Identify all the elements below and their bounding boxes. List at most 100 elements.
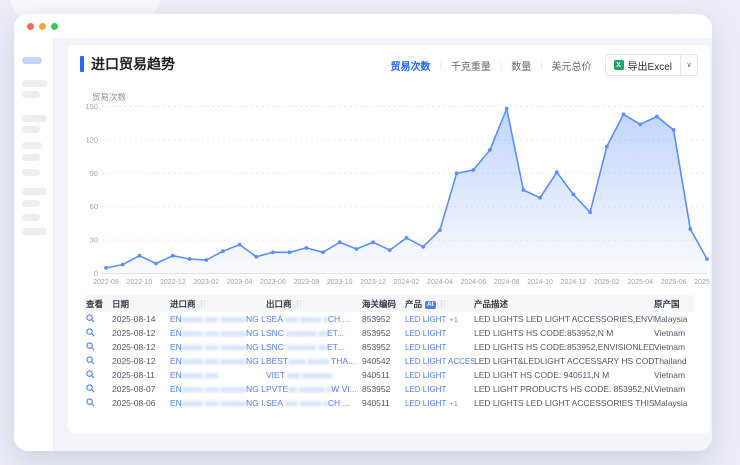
export-excel-main[interactable]: X 导出Excel — [606, 58, 680, 73]
maximize-window-icon[interactable] — [51, 23, 58, 30]
cell-view — [84, 384, 112, 395]
export-dropdown-caret[interactable]: ∨ — [680, 55, 697, 75]
column-header-origin: 原产国 — [654, 298, 694, 310]
view-magnifier-icon[interactable] — [86, 328, 95, 337]
export-excel-button[interactable]: X 导出Excel ∨ — [605, 54, 698, 76]
sidebar-skeleton-item[interactable] — [22, 200, 40, 207]
exporter-link[interactable]: SNC xxxxxxx xxET... — [266, 342, 344, 352]
svg-text:2023-12: 2023-12 — [360, 279, 386, 286]
product-link[interactable]: LED LIGHT — [405, 399, 446, 408]
svg-text:2023-10: 2023-10 — [327, 279, 353, 286]
svg-text:120: 120 — [85, 135, 98, 144]
importer-link[interactable]: ENxxxxx xxx xxxxxxNG L... — [170, 342, 266, 352]
cell-exporter: SEA xxx xxxxx xCH ... — [266, 314, 362, 324]
svg-text:2024-06: 2024-06 — [460, 279, 486, 286]
cell-importer: ENxxxxx xxx xxxxxxNG L... — [170, 356, 266, 366]
importer-link[interactable]: ENxxxxx xxx xxxxxxNG L... — [170, 356, 266, 366]
sidebar-skeleton-item[interactable] — [22, 169, 40, 176]
cell-date: 2025-08-14 — [112, 314, 170, 324]
product-link[interactable]: LED LIGHT — [405, 315, 446, 324]
sidebar-skeleton-item[interactable] — [22, 80, 47, 87]
sidebar-skeleton-item[interactable] — [22, 154, 40, 161]
importer-link[interactable]: ENxxxxx xxx xxxxxxNG L... — [170, 314, 266, 324]
importer-visible-suffix: NG L... — [246, 314, 266, 324]
product-link[interactable]: LED LIGHT — [405, 385, 446, 394]
product-link[interactable]: LED LIGHT ACCESSORY — [405, 357, 474, 366]
close-window-icon[interactable] — [27, 23, 34, 30]
traffic-lights — [27, 23, 58, 30]
exporter-link[interactable]: SEA xxx xxxxx xCH ... — [266, 314, 350, 324]
exporter-link[interactable]: BESTxxxx xxxxx THA... — [266, 356, 355, 366]
exporter-visible-suffix: CH ... — [328, 398, 350, 408]
cell-origin-country: Vietnam — [654, 342, 694, 352]
tab-quantity[interactable]: 数量 — [511, 58, 531, 73]
cell-product: LED LIGHT — [405, 328, 474, 338]
exporter-link[interactable]: SEA xxx xxxxx xCH ... — [266, 398, 350, 408]
exporter-visible-suffix: ET... — [327, 342, 344, 352]
sidebar-skeleton-item[interactable] — [22, 115, 47, 122]
exporter-link[interactable]: VIET xxx xxxxxxx — [266, 370, 332, 380]
importer-visible-suffix: NG L... — [246, 328, 266, 338]
importer-visible-prefix: EN — [170, 370, 182, 380]
view-magnifier-icon[interactable] — [86, 384, 95, 393]
cell-date: 2025-08-12 — [112, 342, 170, 352]
trade-records-table: 查看日期进口商ⓘ出口商ⓘ海关编码产品AIⓘ产品描述原产国 2025-08-14E… — [84, 295, 694, 410]
importer-link[interactable]: ENxxxxx xxx xxxxxxNG L... — [170, 328, 266, 338]
view-magnifier-icon[interactable] — [86, 314, 95, 323]
sidebar-item-active[interactable] — [22, 57, 42, 64]
exporter-visible-prefix: BEST — [266, 356, 288, 366]
product-link[interactable]: LED LIGHT — [405, 343, 446, 352]
column-header-view: 查看 — [84, 298, 112, 310]
view-magnifier-icon[interactable] — [86, 398, 95, 407]
importer-link[interactable]: ENxxxxx xxx xxxxxxNG I... — [170, 398, 266, 408]
view-magnifier-icon[interactable] — [86, 356, 95, 365]
info-icon[interactable]: ⓘ — [438, 300, 446, 309]
sidebar-skeleton-item[interactable] — [22, 126, 40, 133]
cell-view — [84, 370, 112, 381]
cell-origin-country: Vietnam — [654, 384, 694, 394]
svg-text:0: 0 — [94, 269, 98, 278]
page-title: 进口贸易趋势 — [91, 54, 175, 74]
cell-origin-country: Thailand — [654, 356, 694, 366]
sidebar-skeleton-item[interactable] — [22, 188, 47, 195]
product-link[interactable]: LED LIGHT — [405, 371, 446, 380]
importer-link[interactable]: ENxxxxx xxx — [170, 370, 218, 380]
info-icon[interactable]: ⓘ — [198, 300, 206, 309]
sidebar-skeleton-item[interactable] — [22, 142, 42, 149]
svg-text:2024-10: 2024-10 — [527, 279, 553, 286]
sidebar-skeleton-item[interactable] — [22, 214, 40, 221]
svg-text:150: 150 — [85, 102, 98, 111]
tab-separator: | — [500, 60, 502, 70]
exporter-link[interactable]: PVTExx xxxxxx xW VI... — [266, 384, 357, 394]
cell-date: 2025-08-12 — [112, 328, 170, 338]
importer-link[interactable]: ENxxxxx xxx xxxxxxNG L... — [170, 384, 266, 394]
sidebar-skeleton-item[interactable] — [22, 91, 40, 98]
tab-kg-weight[interactable]: 千克重量 — [451, 58, 491, 73]
svg-text:2025-02: 2025-02 — [594, 279, 620, 286]
cell-description: LED LIGHTS HS CODE:853952,ENVISIONLED — [474, 342, 654, 352]
column-header-product: 产品AIⓘ — [405, 298, 474, 310]
sidebar-skeleton-item[interactable] — [22, 228, 47, 235]
tab-usd-total[interactable]: 美元总价 — [552, 58, 592, 73]
exporter-link[interactable]: SNC xxxxxxx xxET... — [266, 328, 344, 338]
exporter-visible-prefix: PVTE — [266, 384, 288, 394]
tab-trade-count[interactable]: 贸易次数 — [391, 58, 431, 73]
view-magnifier-icon[interactable] — [86, 342, 95, 351]
exporter-redacted-text: xx xxxxxx x — [288, 384, 331, 394]
minimize-window-icon[interactable] — [39, 23, 46, 30]
cell-date: 2025-08-07 — [112, 384, 170, 394]
product-link[interactable]: LED LIGHT — [405, 329, 446, 338]
table-body: 2025-08-14ENxxxxx xxx xxxxxxNG L...SEA x… — [84, 312, 694, 410]
exporter-redacted-text: xxx xxxxx x — [285, 398, 328, 408]
product-more-count[interactable]: +1 — [449, 399, 458, 408]
view-magnifier-icon[interactable] — [86, 370, 95, 379]
cell-importer: ENxxxxx xxx xxxxxxNG L... — [170, 314, 266, 324]
svg-text:2024-02: 2024-02 — [394, 279, 420, 286]
cell-importer: ENxxxxx xxx — [170, 370, 266, 380]
cell-product: LED LIGHT — [405, 384, 474, 394]
product-more-count[interactable]: +1 — [449, 315, 458, 324]
cell-exporter: BESTxxxx xxxxx THA... — [266, 356, 362, 366]
cell-exporter: SEA xxx xxxxx xCH ... — [266, 398, 362, 408]
svg-text:2022-12: 2022-12 — [160, 279, 186, 286]
info-icon[interactable]: ⓘ — [294, 300, 302, 309]
